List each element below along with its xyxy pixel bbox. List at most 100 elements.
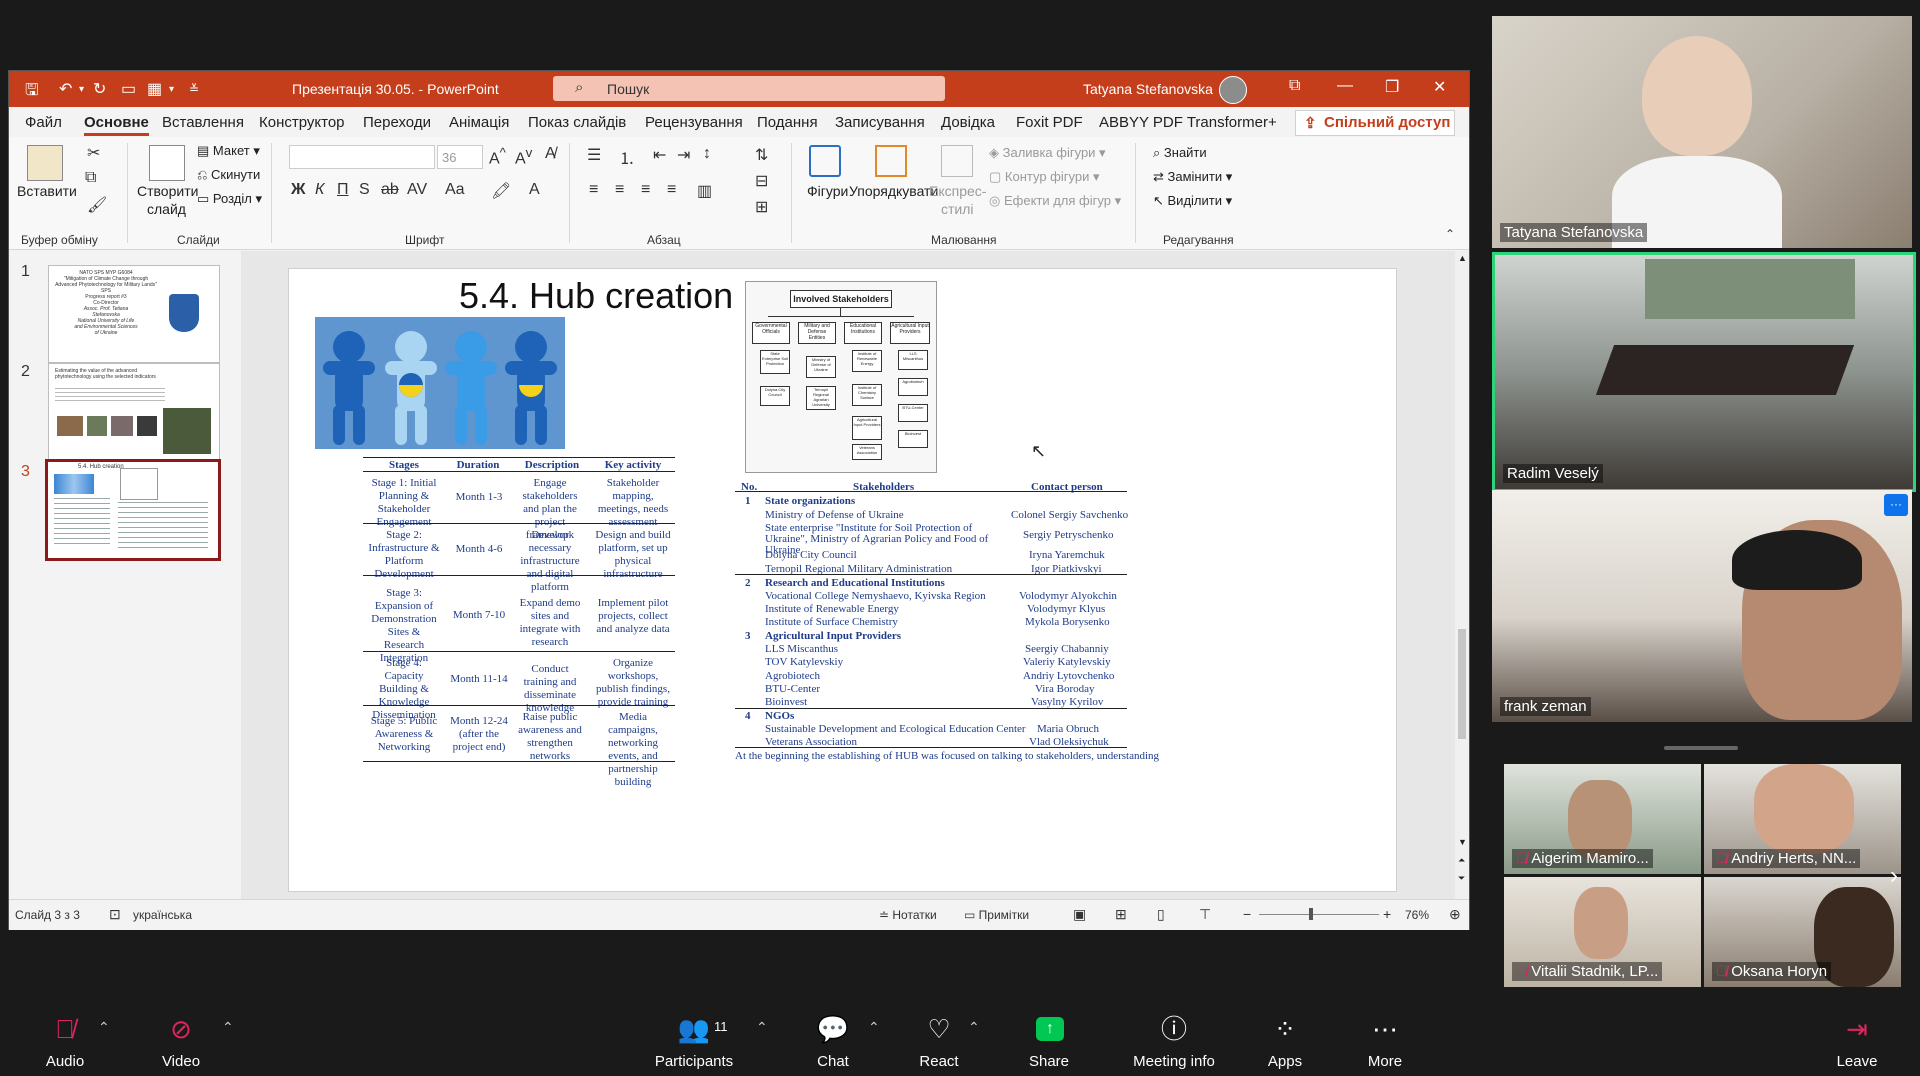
change-case-icon[interactable]: Aa <box>445 181 465 199</box>
video-tile-oksana[interactable]: 🎙̸ Oksana Horyn <box>1704 877 1901 987</box>
align-center-icon[interactable]: ≡ <box>615 181 624 199</box>
prev-slide-icon[interactable]: ⏶ <box>1458 855 1465 866</box>
minimize-icon[interactable]: — <box>1337 77 1353 95</box>
video-options-icon[interactable]: ⌃ <box>222 1019 234 1036</box>
find-button[interactable]: ⌕ Знайти <box>1153 145 1207 161</box>
tab-insert[interactable]: Вставлення <box>162 114 244 131</box>
cut-icon[interactable]: ✂ <box>87 143 100 163</box>
participants-options-icon[interactable]: ⌃ <box>756 1019 768 1036</box>
scroll-up-icon[interactable]: ▲ <box>1458 253 1467 263</box>
shape-fill-button[interactable]: ◈ Заливка фігури ▾ <box>989 145 1106 161</box>
select-button[interactable]: ↖ Виділити ▾ <box>1153 193 1232 209</box>
notes-button[interactable]: ≐ Нотатки <box>879 908 937 922</box>
participants-button[interactable]: 👥 11 Participants <box>648 1003 740 1076</box>
shape-outline-button[interactable]: ▢ Контур фігури ▾ <box>989 169 1100 185</box>
layout-button[interactable]: ▤ Макет ▾ <box>197 143 260 159</box>
panel-resize-handle[interactable] <box>1664 746 1738 750</box>
arrange-button[interactable]: Упорядкувати <box>849 183 938 199</box>
zoom-slider[interactable] <box>1259 914 1379 915</box>
share-button[interactable]: ⇪ Спільний доступ <box>1295 110 1455 136</box>
comments-button[interactable]: ▭ Примітки <box>964 908 1029 922</box>
arrange-icon[interactable] <box>875 145 907 177</box>
ribbon-display-icon[interactable]: ⧉ <box>1289 77 1300 95</box>
increase-indent-icon[interactable]: ⇥ <box>677 145 690 165</box>
language-indicator[interactable]: українська <box>133 908 192 922</box>
reset-button[interactable]: ⎌ Скинути <box>197 167 260 183</box>
shapes-button[interactable]: Фігури <box>807 183 848 199</box>
font-name-input[interactable] <box>289 145 435 169</box>
smartart-icon[interactable]: ⊞ <box>755 197 768 217</box>
text-direction-icon[interactable]: ⇅ <box>755 145 768 165</box>
align-left-icon[interactable]: ≡ <box>589 181 598 199</box>
fit-slide-icon[interactable]: ⊕ <box>1449 906 1461 923</box>
paste-icon[interactable] <box>27 145 63 181</box>
shape-effects-button[interactable]: ◎ Ефекти для фігур ▾ <box>989 193 1121 209</box>
audio-button[interactable]: 🎙̸ Audio <box>20 1003 110 1076</box>
bullets-icon[interactable]: ☰ <box>587 145 601 165</box>
tab-abbyy[interactable]: ABBYY PDF Transformer+ <box>1099 114 1277 131</box>
search-input[interactable]: ⌕ Пошук <box>553 76 945 101</box>
replace-button[interactable]: ⇄ Замінити ▾ <box>1153 169 1232 185</box>
shadow-icon[interactable]: S <box>359 181 370 199</box>
font-color-icon[interactable]: A <box>529 181 540 199</box>
slide-title[interactable]: 5.4. Hub creation <box>459 275 733 317</box>
meeting-info-button[interactable]: ⓘ Meeting info <box>1126 1003 1222 1076</box>
slide-thumbnail-1[interactable]: NATO SPS MYP G6084 "Mitigation of Climat… <box>48 265 220 363</box>
normal-view-icon[interactable]: ▣ <box>1073 906 1086 923</box>
shapes-icon[interactable] <box>809 145 841 177</box>
font-size-input[interactable]: 36 <box>437 145 483 169</box>
slideshow-view-icon[interactable]: ⊤ <box>1199 906 1211 923</box>
vertical-scrollbar[interactable]: ▲ ▼ ⏶ ⏷ <box>1455 251 1469 899</box>
tab-home[interactable]: Основне <box>84 114 149 136</box>
more-button[interactable]: ⋯ More <box>1340 1003 1430 1076</box>
tab-slideshow[interactable]: Показ слайдів <box>528 114 626 131</box>
avatar[interactable] <box>1219 76 1247 104</box>
save-icon[interactable]: 🖫 <box>25 79 39 106</box>
copy-icon[interactable]: ⧉ <box>85 169 96 187</box>
zoom-level[interactable]: 76% <box>1405 908 1429 922</box>
tab-view[interactable]: Подання <box>757 114 818 131</box>
chevron-down-icon[interactable]: ▾ <box>169 84 174 95</box>
video-tile-andriy[interactable]: 🎙̸ Andriy Herts, NN... <box>1704 764 1901 874</box>
tab-help[interactable]: Довідка <box>941 114 995 131</box>
video-tile-frank[interactable]: frank zeman ··· <box>1492 490 1912 722</box>
quick-styles-button[interactable]: Експрес- <box>929 183 986 199</box>
slide-thumbnail-3[interactable]: 5.4. Hub creation <box>45 459 221 561</box>
present-icon[interactable]: ▭ <box>121 79 136 99</box>
zoom-out-icon[interactable]: − <box>1243 906 1251 922</box>
zoom-in-icon[interactable]: + <box>1383 906 1391 922</box>
strikethrough-icon[interactable]: ab <box>381 181 399 199</box>
video-tile-aigerim[interactable]: 🎙̸ Aigerim Mamiro... <box>1504 764 1701 874</box>
align-right-icon[interactable]: ≡ <box>641 181 650 199</box>
grow-font-icon[interactable]: A^ <box>489 145 506 168</box>
italic-icon[interactable]: К <box>315 181 324 199</box>
more-options-button[interactable]: ··· <box>1884 494 1908 516</box>
chat-button[interactable]: 💬 Chat <box>788 1003 878 1076</box>
video-tile-vitalii[interactable]: 🎙̸ Vitalii Stadnik, LP... <box>1504 877 1701 987</box>
current-slide[interactable]: 5.4. Hub creation Involved Stakeholders … <box>288 268 1397 892</box>
tab-design[interactable]: Конструктор <box>259 114 345 131</box>
justify-icon[interactable]: ≡ <box>667 181 676 199</box>
paste-button[interactable]: Вставити <box>17 183 77 199</box>
new-slide-icon[interactable] <box>149 145 185 181</box>
collapse-ribbon-icon[interactable]: ⌃ <box>1445 227 1455 241</box>
apps-button[interactable]: ⁘ Apps <box>1240 1003 1330 1076</box>
quick-styles-icon[interactable] <box>941 145 973 177</box>
shrink-font-icon[interactable]: Av <box>515 145 532 168</box>
react-button[interactable]: ♡ React <box>894 1003 984 1076</box>
section-button[interactable]: ▭ Розділ ▾ <box>197 191 262 207</box>
format-painter-icon[interactable]: 🖌 <box>87 195 107 215</box>
new-slide-button[interactable]: Створити <box>137 183 198 199</box>
quick-styles-button-line2[interactable]: стилі <box>941 201 974 217</box>
accessibility-icon[interactable]: ⊡ <box>109 906 121 923</box>
chevron-down-icon[interactable]: ▾ <box>79 84 84 95</box>
slide-thumbnail-2[interactable]: Estimating the value of the advanced phy… <box>48 363 220 461</box>
video-tile-radim[interactable]: Radim Veselý <box>1492 252 1916 492</box>
highlight-icon[interactable]: 🖍 <box>491 181 511 201</box>
leave-button[interactable]: ⇥ Leave <box>1812 1003 1902 1076</box>
new-slide-button-line2[interactable]: слайд <box>147 201 186 217</box>
clear-format-icon[interactable]: A̸ <box>545 145 556 163</box>
tab-animations[interactable]: Анімація <box>449 114 509 131</box>
redo-icon[interactable]: ↻ <box>93 79 106 99</box>
tab-record[interactable]: Записування <box>835 114 925 131</box>
